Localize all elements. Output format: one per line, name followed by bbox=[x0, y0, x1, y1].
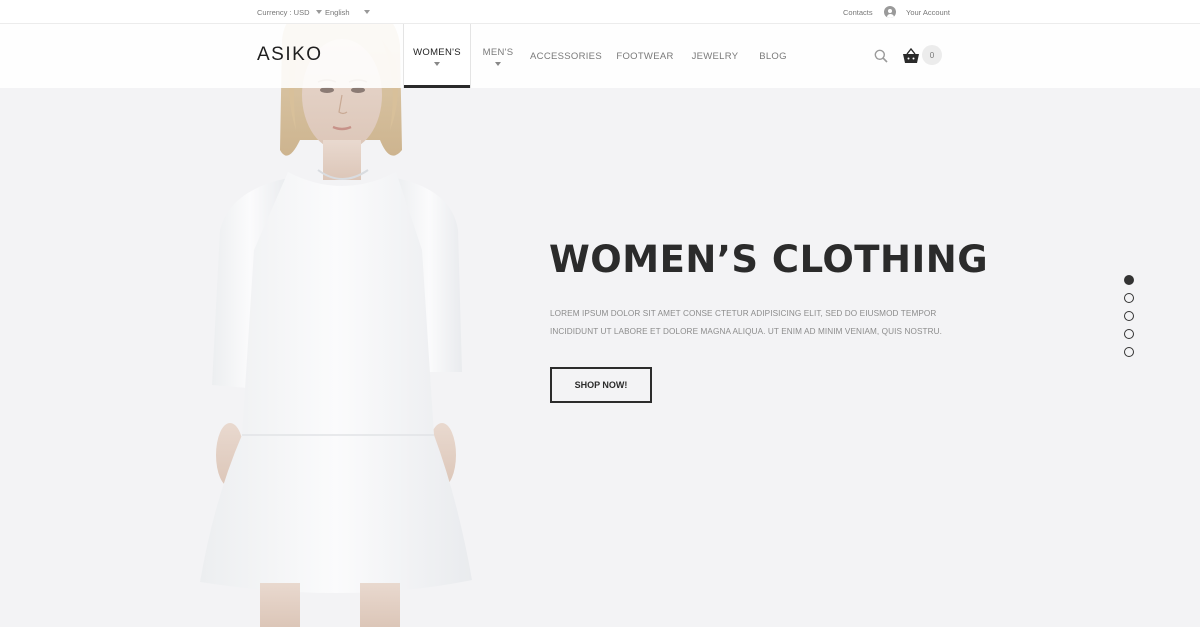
slide-dot-2[interactable] bbox=[1124, 293, 1134, 303]
cart-count-badge[interactable]: 0 bbox=[922, 45, 942, 65]
slider-pagination bbox=[1124, 275, 1134, 365]
top-utility-bar: Currency : USD English Contacts Your Acc… bbox=[0, 0, 1200, 24]
search-icon[interactable] bbox=[874, 49, 888, 63]
nav-jewelry[interactable]: JEWELRY bbox=[690, 24, 740, 88]
nav-accessories[interactable]: ACCESSORIES bbox=[530, 24, 602, 88]
basket-icon[interactable] bbox=[902, 48, 920, 64]
slide-dot-3[interactable] bbox=[1124, 311, 1134, 321]
nav-footwear-label: FOOTWEAR bbox=[616, 50, 674, 62]
shop-now-button[interactable]: SHOP NOW! bbox=[550, 367, 652, 403]
slide-dot-4[interactable] bbox=[1124, 329, 1134, 339]
hero-description: LOREM IPSUM DOLOR SIT AMET CONSE CTETUR … bbox=[550, 309, 943, 336]
slide-dot-1[interactable] bbox=[1124, 275, 1134, 285]
contacts-label: Contacts bbox=[843, 7, 873, 17]
nav-blog-label: BLOG bbox=[759, 50, 787, 62]
nav-mens-label: MEN'S bbox=[482, 46, 514, 58]
nav-jewelry-label: JEWELRY bbox=[691, 50, 739, 62]
language-label: English bbox=[325, 7, 350, 17]
brand-logo[interactable]: ASIKO bbox=[257, 44, 323, 66]
currency-selector[interactable]: Currency : USD bbox=[257, 0, 322, 24]
nav-blog[interactable]: BLOG bbox=[755, 24, 791, 88]
hero-slider: WOMEN’S CLOTHING LOREM IPSUM DOLOR SIT A… bbox=[0, 0, 1200, 627]
chevron-down-icon bbox=[495, 61, 501, 66]
nav-womens[interactable]: WOMEN'S bbox=[403, 24, 471, 88]
model-photo bbox=[200, 0, 472, 627]
chevron-down-icon bbox=[363, 10, 370, 14]
slide-dot-5[interactable] bbox=[1124, 347, 1134, 357]
currency-label: Currency : USD bbox=[257, 7, 310, 17]
account-link[interactable]: Your Account bbox=[884, 0, 950, 24]
chevron-down-icon bbox=[315, 10, 322, 14]
user-icon bbox=[884, 6, 896, 18]
main-header: ASIKO WOMEN'S MEN'S ACCESSORIES FOOTWEAR… bbox=[0, 24, 1200, 88]
contacts-link[interactable]: Contacts bbox=[843, 0, 873, 24]
nav-accessories-label: ACCESSORIES bbox=[530, 50, 602, 62]
account-label: Your Account bbox=[906, 7, 950, 17]
chevron-down-icon bbox=[434, 61, 440, 66]
nav-footwear[interactable]: FOOTWEAR bbox=[615, 24, 675, 88]
hero-title: WOMEN’S CLOTHING bbox=[549, 238, 989, 281]
language-selector[interactable]: English bbox=[325, 0, 370, 24]
nav-womens-label: WOMEN'S bbox=[413, 46, 461, 58]
nav-mens[interactable]: MEN'S bbox=[479, 24, 517, 88]
